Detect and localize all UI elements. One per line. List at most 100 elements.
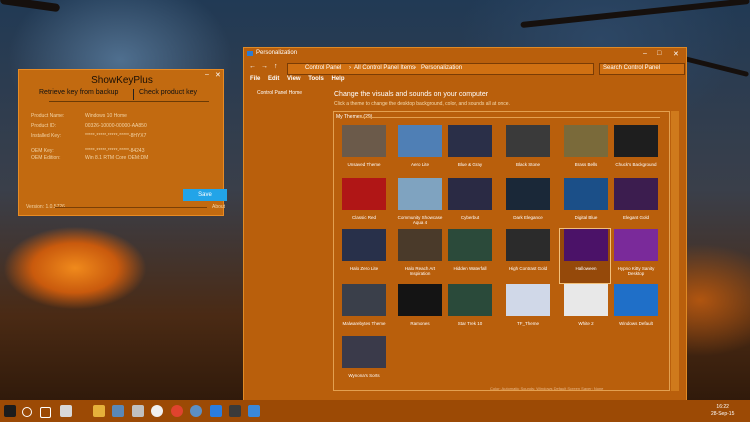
- theme-tile[interactable]: TF_Theme: [502, 284, 552, 338]
- app-icon[interactable]: [190, 405, 202, 417]
- theme-tile[interactable]: Hypno Kitty Sanity Desktop: [610, 229, 660, 283]
- theme-thumbnail: [398, 178, 442, 210]
- theme-label: Digital Blue: [574, 215, 598, 220]
- label-installed-key: Installed Key:: [31, 133, 62, 139]
- theme-thumbnail: [342, 229, 386, 261]
- forward-arrow-icon[interactable]: →: [261, 63, 268, 70]
- theme-label: Malwarebytes Theme: [342, 321, 386, 326]
- breadcrumb-all-items[interactable]: All Control Panel Items: [354, 65, 415, 71]
- theme-thumbnail: [448, 178, 492, 210]
- maximize-button[interactable]: □: [657, 50, 661, 57]
- save-button[interactable]: Save: [183, 189, 227, 201]
- theme-label: Wynona's Sorts: [348, 373, 380, 378]
- app-icon[interactable]: [112, 405, 124, 417]
- about-link[interactable]: About: [212, 204, 225, 210]
- theme-label: Dark Elegance: [513, 215, 543, 220]
- breadcrumb-separator: ›: [414, 65, 416, 71]
- minimize-button[interactable]: –: [643, 50, 647, 57]
- theme-label: Aero Lite: [410, 162, 429, 167]
- theme-label: Blue & Gray: [457, 162, 483, 167]
- close-button[interactable]: ✕: [673, 50, 679, 58]
- label-product-id: Product ID:: [31, 123, 57, 129]
- theme-tile[interactable]: Chuck's Background: [610, 125, 660, 179]
- search-placeholder: Search Control Panel: [603, 65, 661, 71]
- group-divider: [360, 117, 660, 118]
- theme-tile[interactable]: Aero Lite: [394, 125, 444, 179]
- breadcrumb-control-panel[interactable]: Control Panel: [305, 65, 341, 71]
- theme-tile[interactable]: Brass Bells: [560, 125, 610, 179]
- theme-tile[interactable]: Wynona's Sorts: [338, 336, 388, 390]
- theme-tile[interactable]: Windows Default: [610, 284, 660, 338]
- theme-tile[interactable]: Halo Reach Art Inspiration: [394, 229, 444, 283]
- back-arrow-icon[interactable]: ←: [249, 63, 256, 70]
- theme-tile[interactable]: Star Trek 10: [444, 284, 494, 338]
- theme-tile[interactable]: Halloween: [559, 228, 611, 284]
- theme-tile[interactable]: Halo Zero Lite: [338, 229, 388, 283]
- theme-label: Unsaved Theme: [347, 162, 381, 167]
- themes-scrollbar[interactable]: [671, 111, 679, 391]
- theme-tile[interactable]: Classic Red: [338, 178, 388, 232]
- app-icon[interactable]: [132, 405, 144, 417]
- wallpaper-branch: [0, 0, 61, 13]
- menu-help[interactable]: Help: [332, 76, 345, 82]
- search-input[interactable]: Search Control Panel: [599, 63, 685, 75]
- taskbar-clock[interactable]: 16:22 28-Sep-15: [711, 404, 734, 418]
- task-view-icon[interactable]: [40, 407, 51, 418]
- version-divider: [55, 207, 207, 208]
- menu-bar: File Edit View Tools Help: [250, 76, 351, 82]
- label-oem-key: OEM Key:: [31, 148, 54, 154]
- theme-tile[interactable]: Ramones: [394, 284, 444, 338]
- theme-tile[interactable]: White 2: [560, 284, 610, 338]
- menu-edit[interactable]: Edit: [268, 76, 279, 82]
- theme-tile[interactable]: Black Stone: [502, 125, 552, 179]
- menu-tools[interactable]: Tools: [308, 76, 324, 82]
- theme-thumbnail: [342, 125, 386, 157]
- theme-thumbnail: [564, 229, 608, 261]
- wallpaper-branch: [520, 0, 750, 29]
- theme-tile[interactable]: Malwarebytes Theme: [338, 284, 388, 338]
- theme-tile[interactable]: Unsaved Theme: [338, 125, 388, 179]
- app-icon[interactable]: [151, 405, 163, 417]
- app-title: ShowKeyPlus: [91, 75, 153, 86]
- theme-label: Halloween: [575, 266, 597, 271]
- theme-thumbnail: [614, 125, 658, 157]
- theme-tile[interactable]: Blue & Gray: [444, 125, 494, 179]
- menu-file[interactable]: File: [250, 76, 260, 82]
- tab-check-key[interactable]: Check product key: [139, 89, 197, 96]
- theme-label: TF_Theme: [516, 321, 539, 326]
- file-explorer-icon[interactable]: [93, 405, 105, 417]
- start-icon[interactable]: [4, 405, 16, 417]
- theme-label: White 2: [578, 321, 594, 326]
- theme-thumbnail: [506, 125, 550, 157]
- theme-tile[interactable]: Digital Blue: [560, 178, 610, 232]
- search-icon[interactable]: [22, 407, 32, 417]
- theme-label: Elegant Gold: [622, 215, 650, 220]
- edge-icon[interactable]: [210, 405, 222, 417]
- chrome-icon[interactable]: [171, 405, 183, 417]
- theme-label: Halo Zero Lite: [349, 266, 379, 271]
- control-panel-app-icon[interactable]: [248, 405, 260, 417]
- theme-label: Ramones: [410, 321, 430, 326]
- word-app-icon[interactable]: [60, 405, 72, 417]
- theme-tile[interactable]: Cyberbut: [444, 178, 494, 232]
- clock-time: 16:22: [716, 404, 729, 410]
- clock-date: 28-Sep-15: [711, 411, 735, 417]
- breadcrumb-separator: ›: [349, 65, 351, 71]
- theme-thumbnail: [614, 229, 658, 261]
- theme-tile[interactable]: High Contrast Gold: [502, 229, 552, 283]
- theme-tile[interactable]: Dark Elegance: [502, 178, 552, 232]
- theme-tile[interactable]: Community Showcase Aqua 4: [394, 178, 444, 232]
- showkeyplus-app-icon[interactable]: [229, 405, 241, 417]
- up-arrow-icon[interactable]: ↑: [274, 63, 278, 70]
- menu-view[interactable]: View: [287, 76, 301, 82]
- theme-label: Windows Default: [619, 321, 653, 326]
- address-bar[interactable]: Control Panel › All Control Panel Items …: [287, 63, 594, 75]
- theme-tile[interactable]: Elegant Gold: [610, 178, 660, 232]
- theme-thumbnail: [564, 178, 608, 210]
- breadcrumb-personalization[interactable]: Personalization: [421, 65, 462, 71]
- value-product-name: Windows 10 Home: [85, 113, 127, 119]
- theme-thumbnail: [564, 284, 608, 316]
- control-panel-home-link[interactable]: Control Panel Home: [257, 90, 302, 96]
- theme-tile[interactable]: Hidden Waterfall: [444, 229, 494, 283]
- tab-retrieve-backup[interactable]: Retrieve key from backup: [39, 89, 118, 96]
